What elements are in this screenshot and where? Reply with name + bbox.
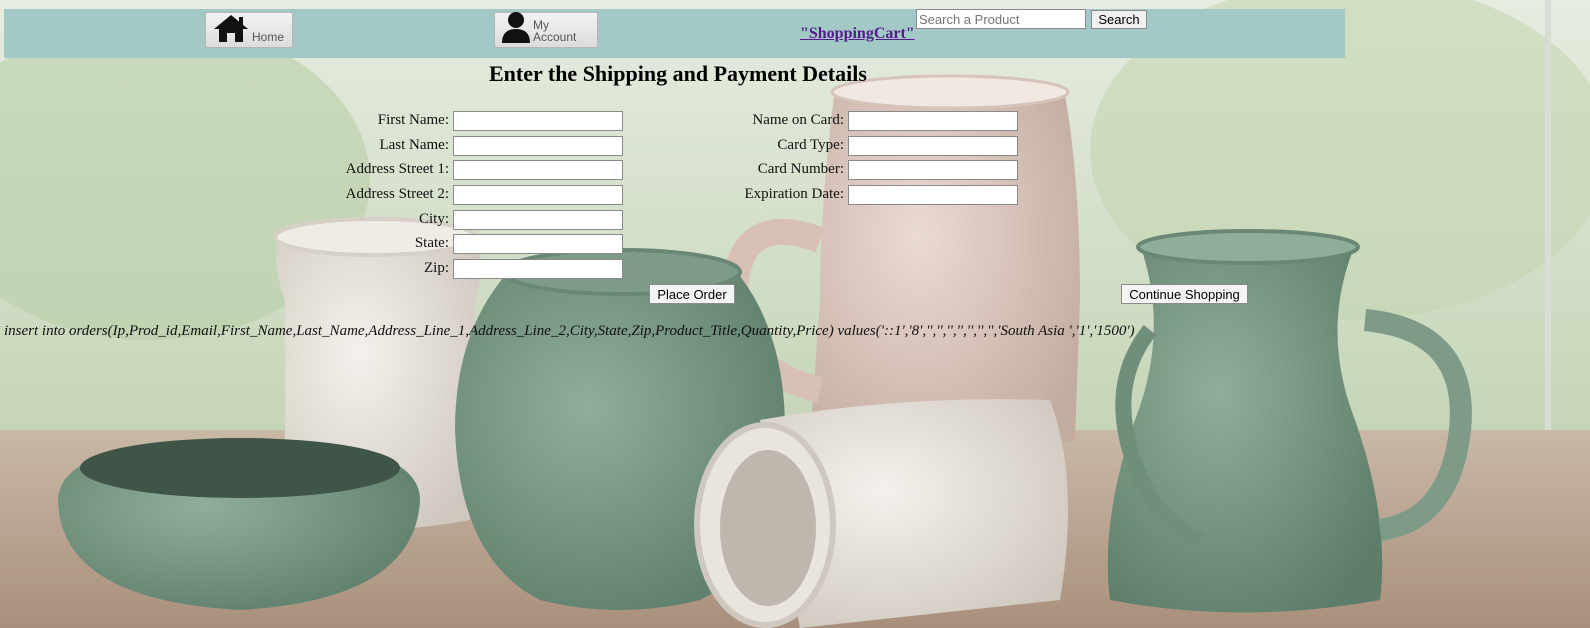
zip-row: Zip: <box>0 259 449 279</box>
last-name-row: Last Name: <box>0 136 449 156</box>
name-on-card-label: Name on Card: <box>752 112 844 128</box>
card-type-label: Card Type: <box>777 137 844 153</box>
first-name-row: First Name: <box>0 111 449 131</box>
address-street-2-label: Address Street 2: <box>345 186 449 202</box>
address-street-1-input[interactable] <box>453 160 623 180</box>
search-button[interactable]: Search <box>1091 10 1147 29</box>
expiration-date-row: Expiration Date: <box>600 185 844 205</box>
background-pottery-image <box>0 0 1590 628</box>
sql-debug-output: insert into orders(Ip,Prod_id,Email,Firs… <box>4 323 1135 339</box>
card-number-row: Card Number: <box>600 160 844 180</box>
city-input[interactable] <box>453 210 623 230</box>
first-name-input[interactable] <box>453 111 623 131</box>
zip-input[interactable] <box>453 259 623 279</box>
state-row: State: <box>0 234 449 254</box>
card-number-input[interactable] <box>848 160 1018 180</box>
last-name-label: Last Name: <box>379 137 449 153</box>
state-label: State: <box>414 235 449 251</box>
continue-shopping-button[interactable]: Continue Shopping <box>1121 284 1248 304</box>
address-street-2-input[interactable] <box>453 185 623 205</box>
first-name-label: First Name: <box>377 112 449 128</box>
shopping-cart-link[interactable]: "ShoppingCart" <box>800 25 915 43</box>
place-order-button[interactable]: Place Order <box>649 284 735 304</box>
house-icon <box>212 13 250 43</box>
last-name-input[interactable] <box>453 136 623 156</box>
name-on-card-input[interactable] <box>848 111 1018 131</box>
search-input[interactable] <box>916 9 1086 29</box>
card-type-row: Card Type: <box>600 136 844 156</box>
expiration-date-label: Expiration Date: <box>744 186 844 202</box>
my-account-label: My Account <box>533 18 577 44</box>
home-label: Home <box>252 30 285 44</box>
zip-label: Zip: <box>424 260 449 276</box>
top-nav-bar: Home My Account "ShoppingCart" Search <box>4 9 1345 58</box>
user-silhouette-icon <box>501 11 531 43</box>
address-street-1-label: Address Street 1: <box>345 161 449 177</box>
address-street-2-row: Address Street 2: <box>0 185 449 205</box>
my-account-button[interactable]: My Account <box>494 12 598 48</box>
card-number-label: Card Number: <box>757 161 844 177</box>
page-title: Enter the Shipping and Payment Details <box>489 61 867 86</box>
card-type-input[interactable] <box>848 136 1018 156</box>
city-row: City: <box>0 210 449 230</box>
address-street-1-row: Address Street 1: <box>0 160 449 180</box>
expiration-date-input[interactable] <box>848 185 1018 205</box>
state-input[interactable] <box>453 234 623 254</box>
name-on-card-row: Name on Card: <box>600 111 844 131</box>
home-button[interactable]: Home <box>205 12 293 48</box>
city-label: City: <box>418 211 449 227</box>
